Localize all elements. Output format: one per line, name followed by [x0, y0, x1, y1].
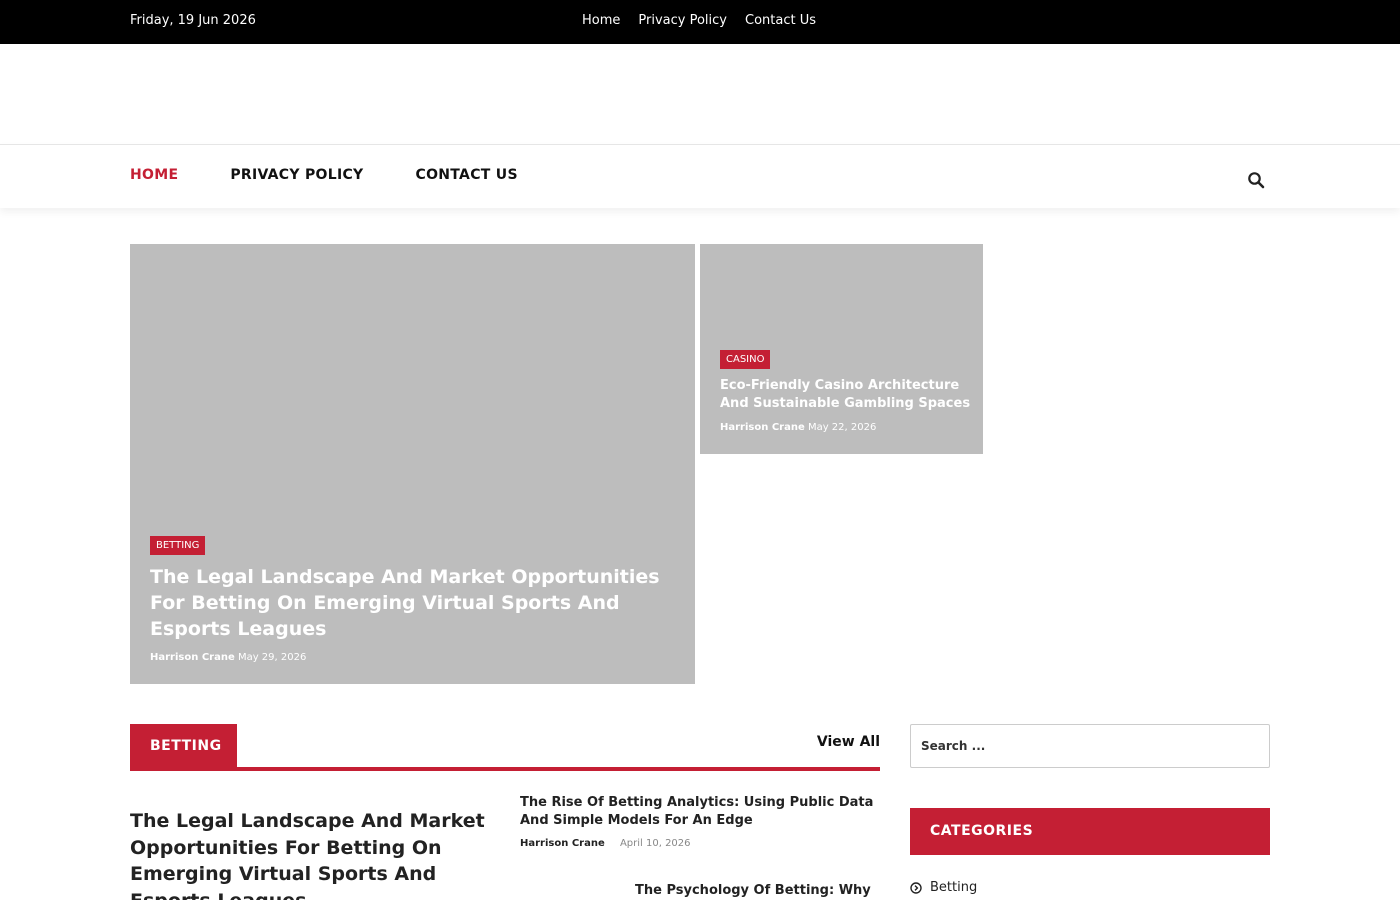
article-date: April 10, 2026	[619, 838, 691, 849]
article-meta: Harrison Crane May 22, 2026	[720, 422, 876, 433]
category-label: Betting	[930, 880, 978, 895]
nav-item-home[interactable]: HOME	[130, 167, 178, 183]
hero-main-article[interactable]: BETTING The Legal Landscape And Market O…	[130, 244, 695, 684]
category-item-betting[interactable]: Betting	[910, 880, 977, 895]
article-title[interactable]: Eco-Friendly Casino Architecture And Sus…	[720, 377, 975, 413]
view-all-link[interactable]: View All	[817, 734, 880, 750]
list-item[interactable]: The Rise Of Betting Analytics: Using Pub…	[520, 794, 880, 849]
nav-item-privacy-policy[interactable]: PRIVACY POLICY	[230, 167, 363, 183]
site-header	[0, 44, 1400, 144]
current-date: Friday, 19 Jun 2026	[130, 13, 256, 28]
betting-section-header: BETTING View All	[130, 724, 880, 771]
main-nav: HOME PRIVACY POLICY CONTACT US	[0, 144, 1400, 208]
article-title[interactable]: The Legal Landscape And Market Opportuni…	[150, 564, 685, 642]
article-meta: Harrison Crane April 10, 2026	[520, 838, 880, 849]
main-menu: HOME PRIVACY POLICY CONTACT US	[130, 167, 518, 183]
featured-article-title[interactable]: The Legal Landscape And Market Opportuni…	[130, 808, 490, 900]
categories-heading: CATEGORIES	[910, 808, 1270, 855]
top-link-privacy-policy[interactable]: Privacy Policy	[638, 13, 727, 28]
top-bar: Friday, 19 Jun 2026 Home Privacy Policy …	[0, 0, 1400, 44]
article-author[interactable]: Harrison Crane	[720, 422, 805, 433]
section-title: BETTING	[130, 724, 237, 767]
article-title[interactable]: The Psychology Of Betting: Why	[635, 882, 880, 900]
article-title[interactable]: The Rise Of Betting Analytics: Using Pub…	[520, 794, 880, 830]
nav-item-contact-us[interactable]: CONTACT US	[416, 167, 518, 183]
search-icon[interactable]	[1247, 171, 1265, 189]
article-meta: Harrison Crane May 29, 2026	[150, 652, 306, 663]
category-badge[interactable]: CASINO	[720, 350, 771, 369]
chevron-right-circle-icon	[910, 881, 922, 894]
article-author[interactable]: Harrison Crane	[520, 838, 605, 849]
category-badge[interactable]: BETTING	[150, 536, 206, 555]
article-date: May 29, 2026	[237, 652, 307, 663]
search-input[interactable]	[910, 724, 1270, 768]
top-link-contact-us[interactable]: Contact Us	[745, 13, 816, 28]
article-date: May 22, 2026	[807, 422, 877, 433]
top-link-home[interactable]: Home	[582, 13, 620, 28]
article-author[interactable]: Harrison Crane	[150, 652, 235, 663]
top-links: Home Privacy Policy Contact Us	[582, 13, 816, 28]
hero-side-article[interactable]: CASINO Eco-Friendly Casino Architecture …	[700, 244, 983, 454]
